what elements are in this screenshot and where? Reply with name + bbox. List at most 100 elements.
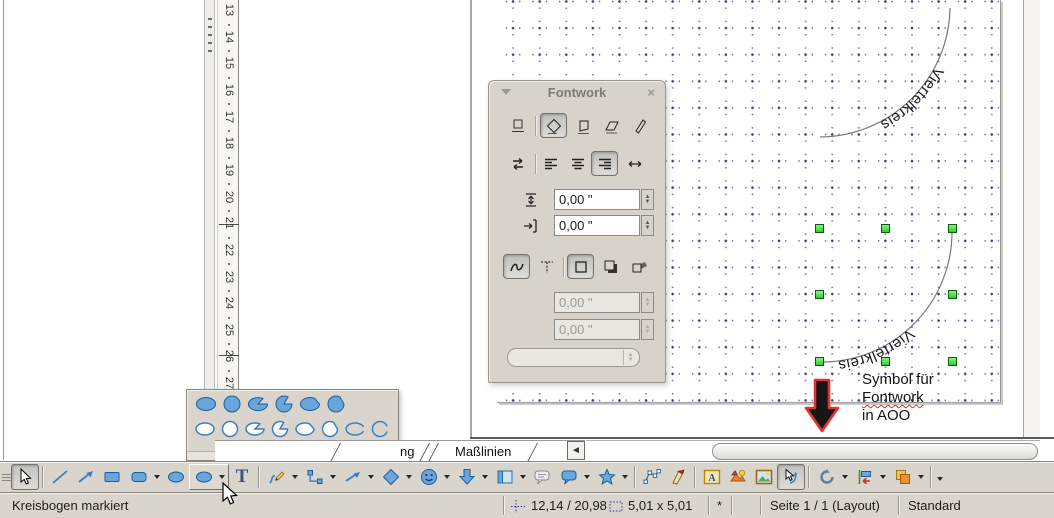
symbol-shapes-flyout-group[interactable] [415,464,453,490]
circle-pie-outline-icon[interactable] [268,418,292,440]
callouts-flyout-group[interactable] [555,464,593,490]
circle-filled-icon[interactable] [219,393,244,415]
fontwork-shadow-vertical-button[interactable] [597,254,624,279]
block-arrows-dropdown-icon[interactable] [480,464,490,490]
fontwork-text-contour-button[interactable] [533,254,560,279]
basic-shapes-icon[interactable] [378,464,404,490]
rectangle-rounded-button[interactable] [126,464,152,490]
tab-scroll-left-button[interactable]: ◄ [567,441,585,460]
selection-handle-mid-right[interactable] [948,290,957,299]
rectangle-flyout-group[interactable] [125,464,163,490]
callout-gray-icon[interactable] [529,464,555,490]
fontwork-slant-horizontal-button[interactable] [598,113,625,138]
connector-flyout-group[interactable] [301,464,339,490]
ellipse-pie-filled-icon[interactable] [245,393,270,415]
fontwork-off-button[interactable] [504,113,531,138]
ellipse-tool-button[interactable] [163,464,189,490]
arrow-line-tool-icon[interactable] [340,464,366,490]
horizontal-scrollbar-thumb[interactable] [712,443,1038,460]
dialog-close-icon[interactable]: × [647,85,655,100]
rotate-flyout-group[interactable] [813,464,851,490]
fontwork-indent-spinner[interactable]: ▲▼ [641,215,654,236]
curve-dropdown-icon[interactable] [290,464,300,490]
gallery-button[interactable] [751,464,777,490]
ellipse-flyout-button[interactable] [191,464,217,490]
selection-handle-bottom-left[interactable] [815,357,824,366]
fontwork-slant-vertical-button[interactable] [626,113,653,138]
block-arrow-down-icon[interactable] [454,464,480,490]
symbol-shapes-dropdown-icon[interactable] [442,464,452,490]
circle-outline-icon[interactable] [218,418,242,440]
curve-tool-icon[interactable] [264,464,290,490]
fontwork-distance-spinner[interactable]: ▲▼ [641,189,654,210]
selection-handle-bottom-mid[interactable] [881,357,890,366]
selection-handle-top-right[interactable] [948,224,957,233]
connector-dropdown-icon[interactable] [328,464,338,490]
basic-shapes-flyout-group[interactable] [377,464,415,490]
ellipse-segment-outline-icon[interactable] [293,418,317,440]
arrange-icon[interactable] [890,464,916,490]
horizontal-scrollbar[interactable] [586,440,1040,462]
layer-tab-partial-label[interactable]: ng [400,444,414,459]
star-shape-icon[interactable] [594,464,620,490]
fontwork-contour-button[interactable] [503,254,530,279]
lines-arrows-dropdown-icon[interactable] [366,464,376,490]
toolbar-overflow-icon[interactable] [935,466,945,492]
effects-rotate-mode-button[interactable] [777,464,805,490]
smiley-shape-icon[interactable] [416,464,442,490]
fontwork-align-right-button[interactable] [591,151,618,176]
line-tool-button[interactable] [47,464,73,490]
rotate-effects-icon[interactable] [814,464,840,490]
callout-blue-icon[interactable] [556,464,582,490]
layer-tab-masslinien-label[interactable]: Maßlinien [455,444,511,459]
selection-handle-bottom-right[interactable] [948,357,957,366]
fontwork-no-shadow-button[interactable] [567,254,594,279]
fontwork-distance-field[interactable]: 0,00 " [554,189,640,210]
fontwork-upright-button[interactable] [570,113,597,138]
rotate-dropdown-icon[interactable] [840,464,850,490]
arrange-dropdown-icon[interactable] [916,464,926,490]
select-tool-button[interactable] [11,464,39,490]
fontwork-rotate-button[interactable] [540,113,567,138]
stars-flyout-group[interactable] [593,464,631,490]
selection-handle-top-mid[interactable] [881,224,890,233]
arrange-flyout-group[interactable] [889,464,927,490]
ellipse-filled-icon[interactable] [193,393,218,415]
circle-pie-filled-icon[interactable] [271,393,296,415]
ellipse-arc-icon[interactable] [343,418,367,440]
selection-handle-mid-left[interactable] [815,290,824,299]
fontwork-align-left-button[interactable] [537,151,564,176]
ellipse-outline-icon[interactable] [193,418,217,440]
rectangle-tool-button[interactable] [99,464,125,490]
alignment-dropdown-icon[interactable] [878,464,888,490]
selection-handle-top-left[interactable] [815,224,824,233]
edit-points-button[interactable] [639,464,665,490]
rectangle-dropdown-icon[interactable] [152,464,162,490]
circle-segment-filled-icon[interactable] [323,393,348,415]
status-page-text[interactable]: Seite 1 / 1 (Layout) [770,498,880,513]
fontwork-align-center-button[interactable] [564,151,591,176]
flowchart-flyout-group[interactable] [491,464,529,490]
fontwork-text-direction-button[interactable] [504,151,531,176]
glue-points-button[interactable] [665,464,691,490]
fontwork-indent-field[interactable]: 0,00 " [554,215,640,236]
ellipse-pie-outline-icon[interactable] [243,418,267,440]
alignment-icon[interactable] [852,464,878,490]
curve-flyout-group[interactable] [263,464,301,490]
circle-segment-outline-icon[interactable] [318,418,342,440]
block-arrows-flyout-group[interactable] [453,464,491,490]
circle-arc-icon[interactable] [368,418,392,440]
lines-arrows-flyout-group[interactable] [339,464,377,490]
insert-picture-button[interactable] [725,464,751,490]
ellipse-segment-filled-icon[interactable] [297,393,322,415]
stars-dropdown-icon[interactable] [620,464,630,490]
layer-tab-partial[interactable] [330,443,430,462]
alignment-flyout-group[interactable] [851,464,889,490]
fontwork-autosize-button[interactable] [621,151,648,176]
line-arrow-end-button[interactable] [73,464,99,490]
background-window-scrollbar[interactable] [204,0,215,443]
fontwork-shadow-slant-button[interactable] [625,254,652,279]
fontwork-gallery-button[interactable]: A [699,464,725,490]
flowchart-dropdown-icon[interactable] [518,464,528,490]
toolbar-grip-icon[interactable] [2,468,11,486]
